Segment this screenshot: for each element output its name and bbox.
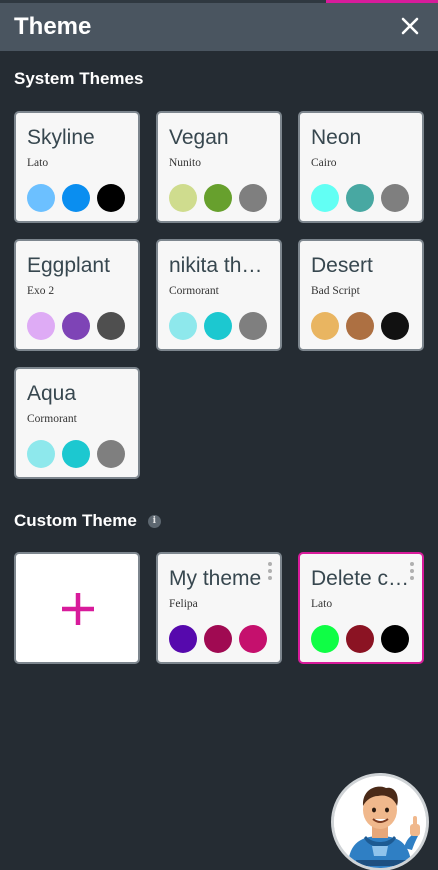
system-themes-heading: System Themes: [14, 69, 144, 88]
theme-font: Nunito: [169, 157, 201, 169]
kebab-menu-icon[interactable]: [267, 562, 273, 580]
color-swatch: [381, 184, 409, 212]
color-swatch: [239, 625, 267, 653]
theme-font: Cormorant: [169, 285, 219, 297]
custom-theme-title: Custom Theme: [14, 511, 137, 530]
theme-card-aqua[interactable]: Aqua Cormorant: [14, 367, 140, 479]
color-swatch: [204, 312, 232, 340]
add-custom-theme-button[interactable]: [14, 552, 140, 664]
theme-name: Desert: [311, 254, 373, 277]
color-swatch: [97, 440, 125, 468]
color-swatches: [311, 184, 409, 212]
theme-name: My theme: [169, 567, 262, 590]
theme-card-my-theme[interactable]: My theme Felipa: [156, 552, 282, 664]
close-icon[interactable]: [398, 14, 422, 38]
theme-name: Skyline: [27, 126, 95, 149]
color-swatch: [311, 312, 339, 340]
kebab-menu-icon[interactable]: [409, 562, 415, 580]
color-swatches: [27, 184, 125, 212]
theme-font: Bad Script: [311, 285, 360, 297]
theme-name: Eggplant: [27, 254, 110, 277]
theme-font: Cormorant: [27, 413, 77, 425]
theme-font: Cairo: [311, 157, 337, 169]
color-swatch: [311, 184, 339, 212]
theme-name: Vegan: [169, 126, 229, 149]
color-swatch: [62, 312, 90, 340]
color-swatch: [62, 440, 90, 468]
color-swatches: [27, 312, 125, 340]
color-swatch: [27, 312, 55, 340]
color-swatch: [27, 184, 55, 212]
theme-font: Lato: [311, 598, 333, 610]
color-swatches: [169, 312, 267, 340]
info-icon[interactable]: i: [147, 514, 161, 528]
theme-card-desert[interactable]: Desert Bad Script: [298, 239, 424, 351]
page-title: Theme: [14, 13, 92, 40]
theme-card-nikita[interactable]: nikita theme Cormorant: [156, 239, 282, 351]
color-swatch: [97, 184, 125, 212]
color-swatches: [169, 184, 267, 212]
theme-font: Lato: [27, 157, 49, 169]
color-swatch: [346, 312, 374, 340]
color-swatches: [27, 440, 125, 468]
color-swatch: [381, 625, 409, 653]
theme-name: nikita theme: [169, 254, 270, 277]
theme-name: Aqua: [27, 382, 77, 405]
color-swatch: [169, 312, 197, 340]
color-swatch: [346, 184, 374, 212]
theme-font: Exo 2: [27, 285, 55, 297]
mascot-avatar[interactable]: [331, 773, 429, 870]
theme-font: Felipa: [169, 598, 198, 610]
theme-card-delete-custom[interactable]: Delete custom theme Lato: [298, 552, 424, 664]
theme-card-skyline[interactable]: Skyline Lato: [14, 111, 140, 223]
color-swatch: [239, 312, 267, 340]
color-swatch: [204, 184, 232, 212]
color-swatch: [239, 184, 267, 212]
mascot-illustration: [334, 776, 426, 868]
color-swatch: [97, 312, 125, 340]
color-swatches: [311, 625, 409, 653]
color-swatch: [169, 625, 197, 653]
color-swatches: [311, 312, 409, 340]
theme-card-neon[interactable]: Neon Cairo: [298, 111, 424, 223]
color-swatch: [27, 440, 55, 468]
theme-name: Neon: [311, 126, 362, 149]
theme-card-vegan[interactable]: Vegan Nunito: [156, 111, 282, 223]
color-swatch: [62, 184, 90, 212]
theme-name: Delete custom theme: [311, 567, 412, 590]
theme-header: Theme: [0, 3, 438, 51]
custom-theme-heading: Custom Theme i: [14, 511, 161, 531]
color-swatch: [346, 625, 374, 653]
color-swatch: [311, 625, 339, 653]
theme-card-eggplant[interactable]: Eggplant Exo 2: [14, 239, 140, 351]
color-swatches: [169, 625, 267, 653]
color-swatch: [381, 312, 409, 340]
color-swatch: [204, 625, 232, 653]
plus-icon: [62, 593, 94, 625]
color-swatch: [169, 184, 197, 212]
